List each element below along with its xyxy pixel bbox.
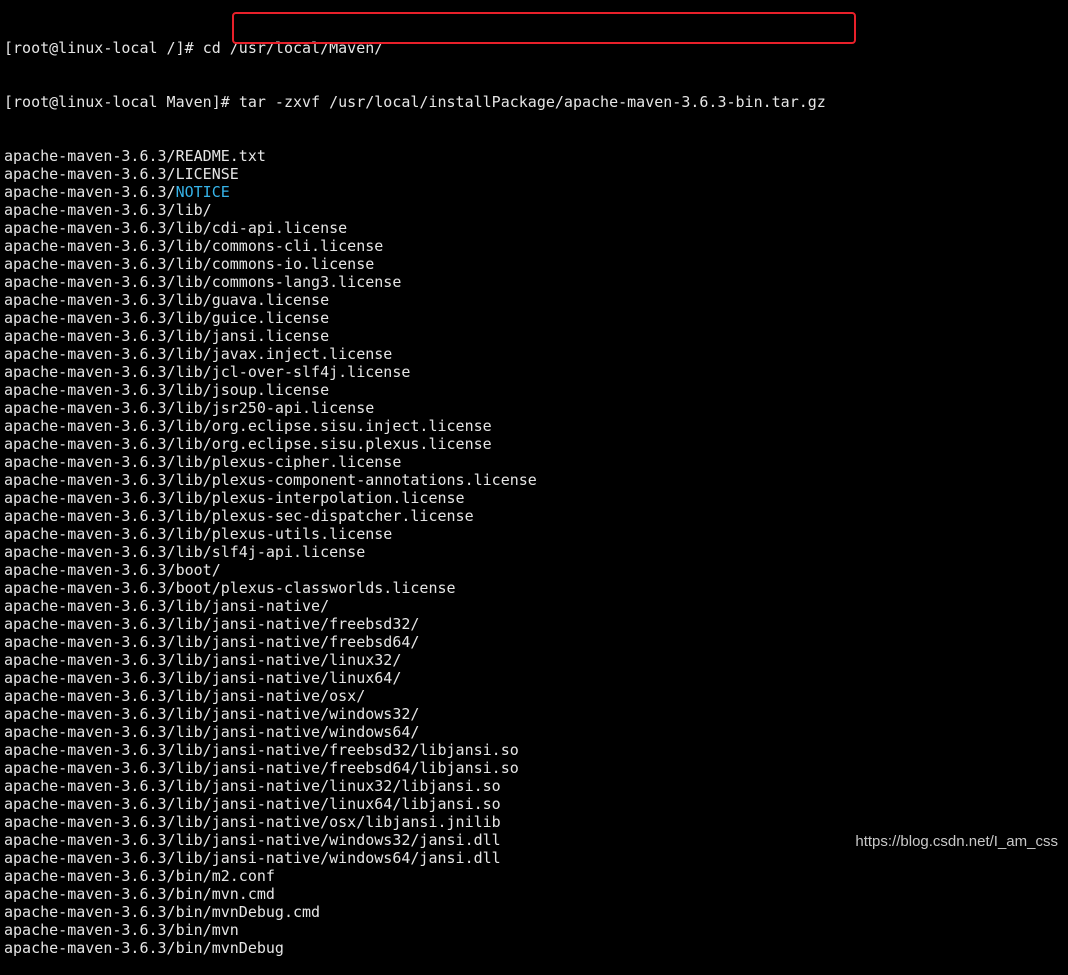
output-line: apache-maven-3.6.3/lib/org.eclipse.sisu.… <box>4 435 492 453</box>
output-line: apache-maven-3.6.3/lib/plexus-interpolat… <box>4 489 465 507</box>
shell-prompt: [root@linux-local Maven]# <box>4 93 239 111</box>
output-line: apache-maven-3.6.3/lib/guava.license <box>4 291 330 309</box>
output-line: apache-maven-3.6.3/bin/m2.conf <box>4 867 275 885</box>
output-line: apache-maven-3.6.3/lib/jansi-native/osx/ <box>4 687 366 705</box>
output-line: apache-maven-3.6.3/lib/jansi-native/wind… <box>4 705 420 723</box>
output-line: apache-maven-3.6.3/lib/jansi-native/linu… <box>4 669 402 687</box>
output-line: apache-maven-3.6.3/lib/slf4j-api.license <box>4 543 366 561</box>
watermark: https://blog.csdn.net/I_am_css <box>855 833 1058 850</box>
terminal-line-tar: [root@linux-local Maven]# tar -zxvf /usr… <box>4 93 1068 111</box>
output-line: apache-maven-3.6.3/boot/plexus-classworl… <box>4 579 456 597</box>
terminal-window[interactable]: [root@linux-local /]# cd /usr/local/Mave… <box>0 0 1068 957</box>
output-line: apache-maven-3.6.3/bin/mvnDebug.cmd <box>4 903 321 921</box>
path-prefix: apache-maven-3.6.3/ <box>4 183 176 201</box>
output-line: apache-maven-3.6.3/lib/jansi-native/linu… <box>4 651 402 669</box>
output-line: apache-maven-3.6.3/lib/jansi.license <box>4 327 330 345</box>
output-line: apache-maven-3.6.3/lib/jansi-native/ <box>4 597 330 615</box>
output-line: apache-maven-3.6.3/lib/javax.inject.lice… <box>4 345 393 363</box>
output-line: apache-maven-3.6.3/lib/commons-lang3.lic… <box>4 273 402 291</box>
output-line: apache-maven-3.6.3/lib/jansi-native/wind… <box>4 849 501 867</box>
output-line: apache-maven-3.6.3/lib/jansi-native/wind… <box>4 723 420 741</box>
output-line: apache-maven-3.6.3/lib/ <box>4 201 212 219</box>
output-line: apache-maven-3.6.3/lib/plexus-sec-dispat… <box>4 507 474 525</box>
output-line: apache-maven-3.6.3/lib/jcl-over-slf4j.li… <box>4 363 411 381</box>
output-line: apache-maven-3.6.3/lib/plexus-cipher.lic… <box>4 453 402 471</box>
output-line: apache-maven-3.6.3/lib/plexus-utils.lice… <box>4 525 393 543</box>
output-line: apache-maven-3.6.3/lib/plexus-component-… <box>4 471 537 489</box>
output-line: apache-maven-3.6.3/lib/jansi-native/linu… <box>4 777 501 795</box>
highlight-box <box>232 12 856 44</box>
output-line: apache-maven-3.6.3/bin/mvnDebug <box>4 939 284 957</box>
output-line: apache-maven-3.6.3/lib/jansi-native/osx/… <box>4 813 501 831</box>
output-line: apache-maven-3.6.3/lib/commons-cli.licen… <box>4 237 384 255</box>
output-line: apache-maven-3.6.3/README.txt <box>4 147 266 165</box>
output-line: apache-maven-3.6.3/NOTICE <box>4 183 1068 201</box>
output-line: apache-maven-3.6.3/lib/jansi-native/linu… <box>4 795 501 813</box>
output-line: apache-maven-3.6.3/lib/commons-io.licens… <box>4 255 375 273</box>
output-line: apache-maven-3.6.3/lib/guice.license <box>4 309 330 327</box>
output-line: apache-maven-3.6.3/lib/jansi-native/free… <box>4 633 420 651</box>
output-line: apache-maven-3.6.3/lib/jsoup.license <box>4 381 330 399</box>
output-line: apache-maven-3.6.3/lib/jansi-native/free… <box>4 741 519 759</box>
output-line: apache-maven-3.6.3/boot/ <box>4 561 221 579</box>
output-line: apache-maven-3.6.3/LICENSE <box>4 165 239 183</box>
output-line: apache-maven-3.6.3/lib/org.eclipse.sisu.… <box>4 417 492 435</box>
output-line: apache-maven-3.6.3/lib/jsr250-api.licens… <box>4 399 375 417</box>
highlighted-filename: NOTICE <box>175 183 230 201</box>
output-line: apache-maven-3.6.3/bin/mvn <box>4 921 239 939</box>
output-line: apache-maven-3.6.3/lib/jansi-native/free… <box>4 759 519 777</box>
output-line: apache-maven-3.6.3/lib/jansi-native/free… <box>4 615 420 633</box>
output-line: apache-maven-3.6.3/lib/cdi-api.license <box>4 219 348 237</box>
shell-prompt: [root@linux-local /]# <box>4 39 203 57</box>
output-line: apache-maven-3.6.3/bin/mvn.cmd <box>4 885 275 903</box>
command-text: tar -zxvf /usr/local/installPackage/apac… <box>238 93 826 111</box>
